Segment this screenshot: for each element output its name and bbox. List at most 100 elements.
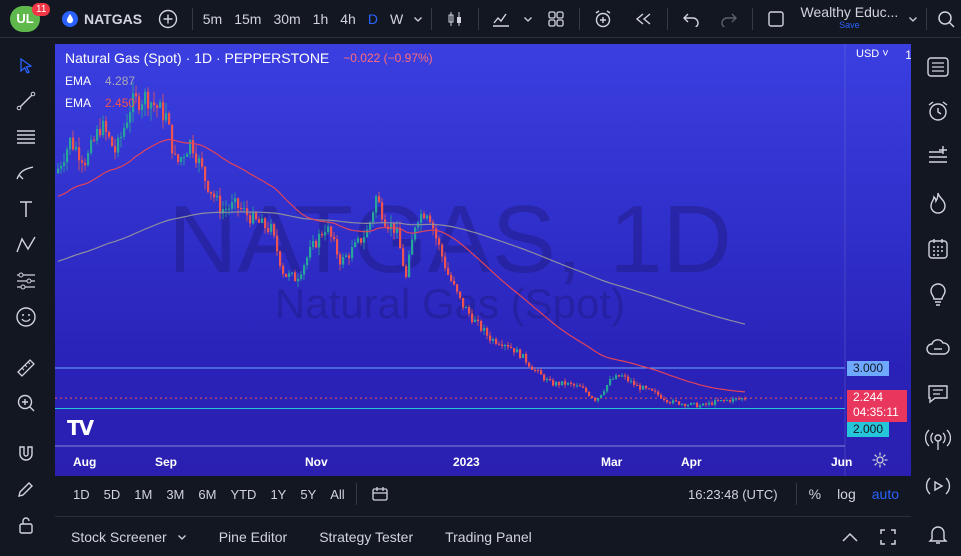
interval-dropdown[interactable] [409, 0, 427, 38]
fib-tool[interactable] [8, 121, 44, 153]
currency-label: USD [856, 48, 880, 60]
tab-pine-editor[interactable]: Pine Editor [203, 529, 303, 545]
interval-15m[interactable]: 15m [228, 0, 267, 38]
candle-body [60, 166, 63, 169]
interval-30m[interactable]: 30m [267, 0, 306, 38]
interval-5m[interactable]: 5m [197, 0, 228, 38]
candle-body [480, 320, 483, 331]
lock-drawing-tool[interactable] [8, 473, 44, 505]
collapse-panel-button[interactable] [831, 531, 869, 543]
tab-stock-screener[interactable]: Stock Screener [55, 529, 203, 545]
trendline-tool[interactable] [8, 85, 44, 117]
brush-tool[interactable] [8, 157, 44, 189]
app-logo[interactable]: UL 11 [0, 0, 51, 38]
chart-type-button[interactable] [436, 0, 474, 38]
tab-label: Pine Editor [218, 528, 288, 545]
maximize-panel-button[interactable] [869, 528, 911, 546]
candle-body [612, 378, 615, 380]
list-icon [927, 57, 949, 77]
magnet-tool[interactable] [8, 437, 44, 469]
fullscreen-checkbox[interactable] [757, 0, 795, 38]
layouts-button[interactable] [537, 0, 575, 38]
candle-body [273, 224, 276, 236]
range-ytd[interactable]: YTD [223, 487, 263, 502]
range-6m[interactable]: 6M [191, 487, 223, 502]
search-button[interactable] [931, 0, 961, 38]
candle-body [336, 239, 339, 255]
candle-body [267, 228, 270, 232]
interval-w[interactable]: W [384, 0, 409, 38]
hotlists-button[interactable] [920, 186, 956, 220]
data-window-button[interactable] [920, 139, 956, 173]
range-1m[interactable]: 1M [127, 487, 159, 502]
watchlist-button[interactable] [920, 50, 956, 84]
candle-body [381, 202, 384, 220]
range-1d[interactable]: 1D [66, 487, 97, 502]
chart-title[interactable]: Natural Gas (Spot) · 1D · PEPPERSTONE [65, 50, 329, 66]
auto-scale-toggle[interactable]: auto [864, 486, 911, 502]
indicator-value: 2.450 [105, 96, 136, 110]
indicator-row-2[interactable]: EMA 2.450 [65, 96, 433, 110]
measure-tool[interactable] [8, 352, 44, 384]
screener-cloud-button[interactable] [920, 331, 956, 365]
tab-strategy-tester[interactable]: Strategy Tester [303, 529, 429, 545]
candle-body [108, 131, 111, 137]
zoom-tool[interactable] [8, 387, 44, 419]
undo-button[interactable] [672, 0, 710, 38]
pattern-icon [16, 236, 36, 253]
price-tick-label: 10.000 [905, 48, 911, 62]
notifications-button[interactable] [920, 517, 956, 551]
utc-clock[interactable]: 16:23:48 (UTC) [681, 487, 792, 502]
range-5y[interactable]: 5Y [293, 487, 323, 502]
candle-body [684, 403, 687, 407]
divider [751, 7, 753, 30]
range-3m[interactable]: 3M [159, 487, 191, 502]
candle-body [720, 400, 723, 402]
chats-button[interactable] [920, 377, 956, 411]
range-all[interactable]: All [323, 487, 351, 502]
prediction-tool[interactable] [8, 265, 44, 297]
lock-tool[interactable] [8, 509, 44, 541]
cursor-tool[interactable] [8, 50, 44, 82]
layout-name-button[interactable]: Wealthy Educ... Save [795, 0, 905, 38]
alert-button[interactable] [583, 0, 623, 38]
pattern-tool[interactable] [8, 229, 44, 261]
candle-body [600, 394, 603, 398]
currency-selector[interactable]: USD ˅ [856, 48, 889, 60]
candle-body [321, 234, 324, 236]
interval-d[interactable]: D [362, 0, 384, 38]
chart-pane[interactable]: NATGAS, 1D Natural Gas (Spot) Natural Gas… [55, 44, 911, 476]
percent-scale-toggle[interactable]: % [801, 486, 829, 502]
replay-button[interactable] [623, 0, 663, 38]
log-scale-toggle[interactable]: log [829, 486, 864, 502]
candle-body [240, 208, 243, 210]
chart-settings-button[interactable] [871, 451, 889, 469]
interval-1h[interactable]: 1h [307, 0, 335, 38]
indicators-button[interactable] [483, 0, 519, 38]
pencil-lock-icon [18, 482, 33, 497]
symbol-search[interactable]: NATGAS [48, 0, 148, 38]
candle-body [174, 153, 177, 155]
candle-body [327, 226, 330, 233]
go-to-date-button[interactable] [361, 486, 399, 502]
replay-panel-button[interactable] [920, 469, 956, 503]
streams-button[interactable] [920, 423, 956, 457]
add-symbol-button[interactable] [148, 0, 188, 38]
tab-trading-panel[interactable]: Trading Panel [429, 529, 548, 545]
ideas-button[interactable] [920, 277, 956, 311]
candle-body [687, 404, 690, 407]
range-5d[interactable]: 5D [97, 487, 128, 502]
alerts-button[interactable] [920, 94, 956, 128]
redo-button[interactable] [710, 0, 748, 38]
bottom-panel-tabs: Stock Screener Pine Editor Strategy Test… [55, 516, 911, 556]
layout-dropdown[interactable] [904, 0, 922, 38]
text-tool[interactable] [8, 193, 44, 225]
indicator-row-1[interactable]: EMA 4.287 [65, 74, 433, 88]
calendar-button[interactable] [920, 232, 956, 266]
emoji-tool[interactable] [8, 301, 44, 333]
indicators-dropdown[interactable] [519, 0, 537, 38]
tradingview-logo[interactable]: TV [67, 416, 94, 440]
interval-4h[interactable]: 4h [334, 0, 362, 38]
candle-body [606, 384, 609, 392]
range-1y[interactable]: 1Y [263, 487, 293, 502]
